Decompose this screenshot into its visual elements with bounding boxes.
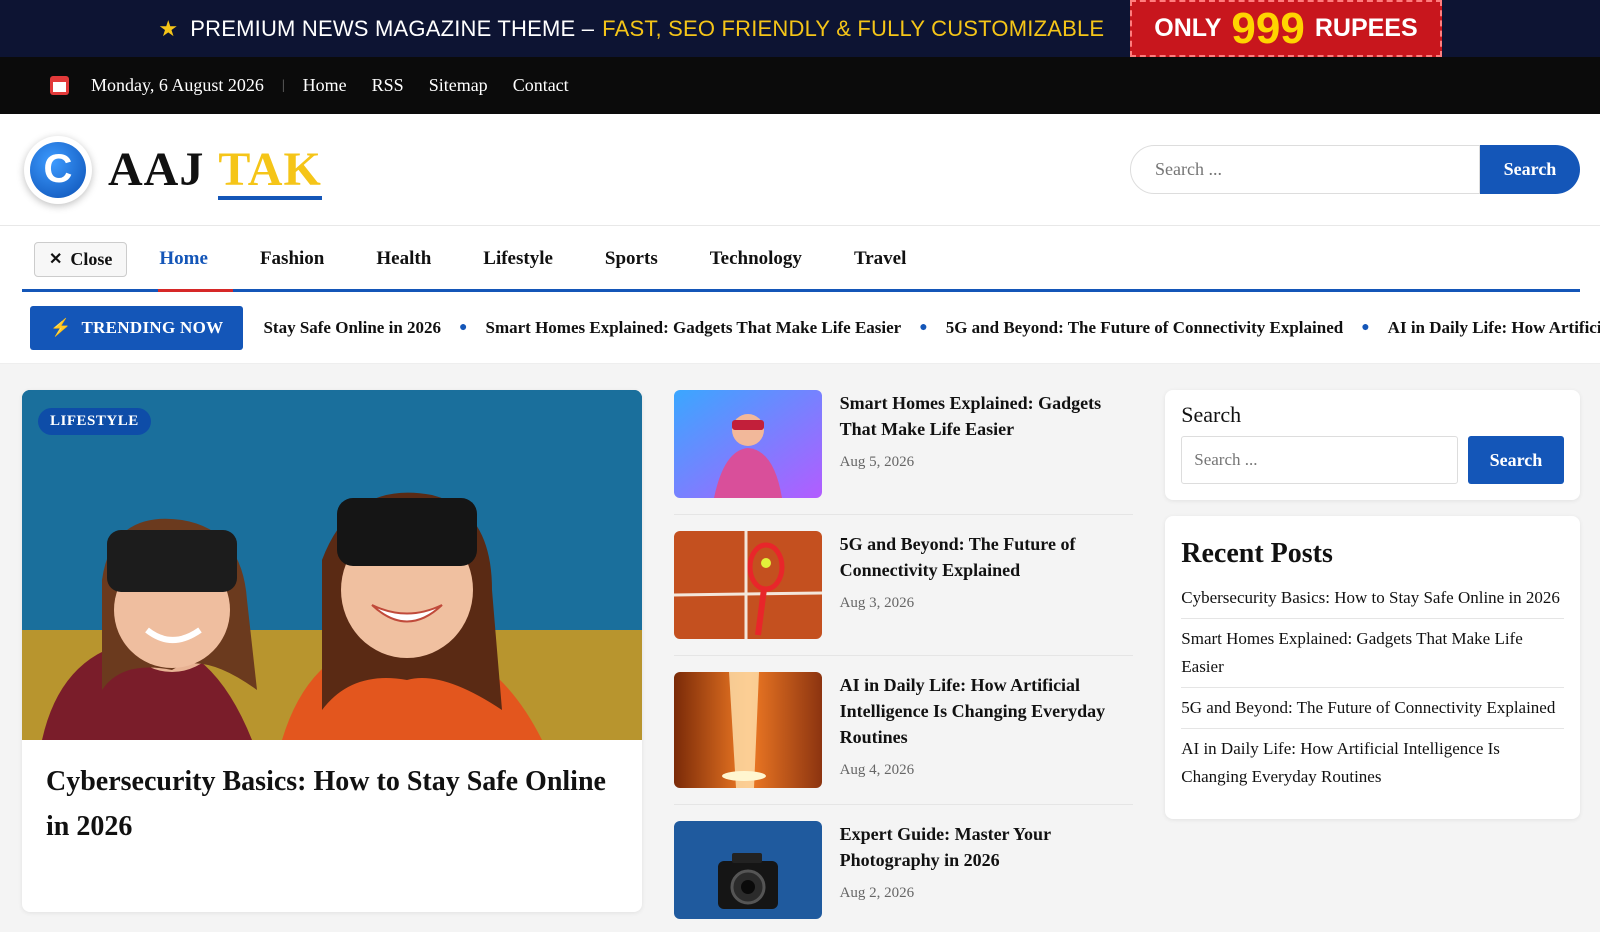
menu-item-fashion[interactable]: Fashion [260,226,324,292]
top-link-contact[interactable]: Contact [513,75,569,96]
featured-image-art [22,390,642,740]
trending-item[interactable]: Smart Homes Explained: Gadgets That Make… [486,318,902,338]
header-search: Search [1130,145,1580,194]
site-header: C AAJ TAK Search [0,114,1600,226]
close-icon: ✕ [49,251,63,268]
recent-posts-title: Recent Posts [1181,538,1333,569]
divider: | [281,77,285,93]
recent-posts-widget: Recent Posts Cybersecurity Basics: How t… [1165,516,1580,820]
menu-item-lifestyle[interactable]: Lifestyle [483,226,553,292]
site-name-part1: AAJ [108,143,205,196]
site-name-part2: TAK [218,143,322,200]
post-date: Aug 4, 2026 [839,762,915,779]
header-search-button[interactable]: Search [1480,145,1580,194]
promo-banner[interactable]: ★ PREMIUM NEWS MAGAZINE THEME – FAST, SE… [0,0,1600,57]
post-date: Aug 3, 2026 [839,595,915,612]
trending-label: ⚡ TRENDING NOW [30,305,244,350]
bullet-icon: ● [919,319,928,335]
calendar-icon [50,76,69,95]
post-title[interactable]: Expert Guide: Master Your Photography in… [840,821,1134,873]
post-thumbnail-art [673,531,822,639]
price-badge-amount: 999 [1231,3,1305,53]
site-brand[interactable]: C AAJ TAK [24,135,322,204]
sidebar-search: Search [1181,436,1564,484]
promo-main-text: PREMIUM NEWS MAGAZINE THEME – [190,15,595,41]
post-thumbnail-art [673,390,822,498]
post-thumbnail[interactable] [673,531,822,639]
top-link-sitemap[interactable]: Sitemap [429,75,488,96]
post-thumbnail[interactable] [673,672,822,788]
main-menu: ✕ Close Home Fashion Health Lifestyle Sp… [0,226,1600,292]
logo-letter: C [30,141,86,198]
promo-highlight-text: FAST, SEO FRIENDLY & FULLY CUSTOMIZABLE [602,15,1105,41]
list-item[interactable]: 5G and Beyond: The Future of Connectivit… [673,531,1134,656]
recent-post-link[interactable]: AI in Daily Life: How Artificial Intelli… [1181,735,1564,797]
bullet-icon: ● [459,319,468,335]
post-info: 5G and Beyond: The Future of Connectivit… [840,531,1134,639]
menu-item-sports[interactable]: Sports [605,226,658,292]
main-content: LIFESTYLE Cybersecurity Basics: How to S… [0,364,1600,932]
top-bar: Monday, 6 August 2026 | Home RSS Sitemap… [0,57,1600,114]
list-item[interactable]: Smart Homes Explained: Gadgets That Make… [673,390,1134,515]
sidebar: Search Search Recent Posts Cybersecurity… [1165,390,1580,932]
close-menu-button[interactable]: ✕ Close [34,241,128,277]
post-title[interactable]: 5G and Beyond: The Future of Connectivit… [840,531,1134,583]
sidebar-search-button[interactable]: Search [1467,436,1564,484]
recent-post-link[interactable]: Cybersecurity Basics: How to Stay Safe O… [1181,584,1564,620]
post-info: AI in Daily Life: How Artificial Intelli… [840,672,1134,788]
list-item[interactable]: Expert Guide: Master Your Photography in… [673,821,1134,932]
post-date: Aug 5, 2026 [839,454,915,471]
post-title[interactable]: Smart Homes Explained: Gadgets That Make… [840,390,1134,442]
lightning-icon: ⚡ [50,317,72,337]
top-link-home[interactable]: Home [303,75,347,96]
menu-item-travel[interactable]: Travel [854,226,906,292]
search-widget: Search Search [1165,390,1580,500]
featured-post-title[interactable]: Cybersecurity Basics: How to Stay Safe O… [22,740,642,870]
promo-text: ★ PREMIUM NEWS MAGAZINE THEME – FAST, SE… [158,16,1104,42]
trending-label-text: TRENDING NOW [81,317,224,337]
close-label: Close [70,248,113,269]
list-item[interactable]: AI in Daily Life: How Artificial Intelli… [673,672,1134,805]
post-thumbnail[interactable] [673,390,822,498]
site-name[interactable]: AAJ TAK [108,142,322,200]
price-badge-suffix: RUPEES [1314,14,1418,42]
post-info: Smart Homes Explained: Gadgets That Make… [840,390,1134,498]
featured-image[interactable]: LIFESTYLE [22,390,642,740]
post-thumbnail-art [673,672,822,788]
menu-item-technology[interactable]: Technology [710,226,802,292]
trending-item[interactable]: Stay Safe Online in 2026 [263,318,441,338]
price-badge[interactable]: ONLY 999 RUPEES [1130,0,1442,57]
price-badge-prefix: ONLY [1154,14,1222,42]
trending-item[interactable]: 5G and Beyond: The Future of Connectivit… [946,318,1344,338]
current-date: Monday, 6 August 2026 [91,75,264,95]
star-icon: ★ [158,15,179,41]
featured-post[interactable]: LIFESTYLE Cybersecurity Basics: How to S… [22,390,642,912]
menu-item-home[interactable]: Home [158,226,233,292]
post-thumbnail-art [673,821,822,919]
post-list: Smart Homes Explained: Gadgets That Make… [673,390,1134,932]
trending-ticker: ⚡ TRENDING NOW Stay Safe Online in 2026 … [0,292,1600,364]
bullet-icon: ● [1361,319,1370,335]
sidebar-search-input[interactable] [1181,436,1459,484]
menu-item-health[interactable]: Health [376,226,431,292]
site-logo[interactable]: C [24,135,92,204]
post-title[interactable]: AI in Daily Life: How Artificial Intelli… [840,672,1134,750]
post-thumbnail[interactable] [673,821,822,919]
recent-post-link[interactable]: 5G and Beyond: The Future of Connectivit… [1181,694,1564,730]
recent-post-link[interactable]: Smart Homes Explained: Gadgets That Make… [1181,625,1564,689]
trending-item[interactable]: AI in Daily Life: How Artificial Intelli… [1388,318,1600,338]
search-widget-label: Search [1181,402,1242,427]
header-search-input[interactable] [1130,145,1480,194]
post-date: Aug 2, 2026 [839,885,915,902]
category-badge[interactable]: LIFESTYLE [38,408,151,435]
post-info: Expert Guide: Master Your Photography in… [840,821,1134,919]
top-link-rss[interactable]: RSS [372,75,404,96]
